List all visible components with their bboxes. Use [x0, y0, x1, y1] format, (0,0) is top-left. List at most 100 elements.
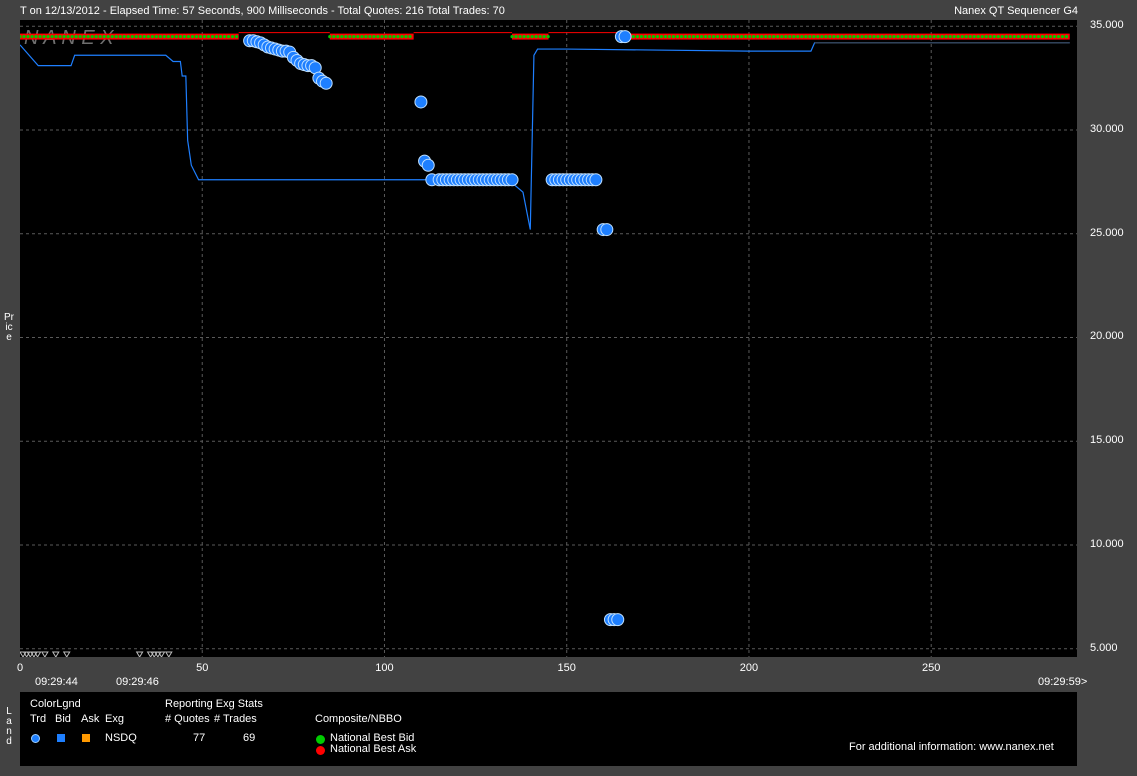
nbbo-bid-dot [804, 34, 808, 39]
nbbo-bid-dot [174, 34, 178, 39]
nbbo-bid-dot [162, 34, 166, 39]
trade-marker [505, 173, 519, 187]
nbbo-bid-dot [780, 34, 784, 39]
nbbo-bid-dot [522, 34, 526, 39]
nsdq-bid-line [20, 42, 1070, 230]
nbbo-bid-dot [82, 34, 86, 39]
nbbo-bid-dot [226, 34, 231, 39]
nbbo-bid-dot [230, 34, 235, 39]
nbbo-bid-dot [392, 34, 396, 39]
nbbo-bid-dot [800, 34, 804, 39]
trade-tick-marker [51, 651, 60, 657]
nbbo-bid-dot [1000, 34, 1004, 39]
nbbo-bid-dot [667, 34, 672, 39]
nbbo-bid-dot [1028, 34, 1032, 39]
nbbo-bid-dot [102, 34, 106, 39]
color-legend-title: ColorLgnd [30, 698, 81, 710]
nbbo-bid-dot [928, 34, 932, 39]
time-label: 09:29:46 [116, 676, 159, 688]
nbbo-bid-dot [170, 34, 174, 39]
time-label: 09:29:59> [1038, 676, 1088, 688]
nbbo-bid-dot [655, 34, 660, 39]
ask-swatch-icon [82, 734, 90, 742]
nbbo-bid-dot [206, 34, 211, 39]
nbbo-bid-dot [360, 34, 364, 39]
nbbo-bid-dot [166, 34, 170, 39]
nbbo-bid-dot [716, 34, 720, 39]
nbbo-bid-dot [691, 34, 696, 39]
nbbo-bid-dot [964, 34, 968, 39]
x-tick-label: 200 [739, 662, 759, 674]
nbbo-bid-dot [728, 34, 732, 39]
nbbo-bid-dot [768, 34, 772, 39]
nbbo-bid-dot [158, 34, 162, 39]
nbbo-bid-dot [659, 34, 664, 39]
info-text: For additional information: www.nanex.ne… [849, 741, 1054, 753]
y-tick-label: 15.000 [1090, 434, 1124, 447]
bid-swatch-icon [57, 734, 65, 742]
nbbo-bid-dot [1040, 34, 1044, 39]
nbbo-bid-dot [384, 34, 388, 39]
nbbo-bid-dot [58, 34, 62, 39]
trade-marker [421, 158, 435, 172]
y-tick-label: 25.000 [1090, 226, 1124, 239]
nbbo-bid-dot [1016, 34, 1020, 39]
nbbo-bid-dot [22, 34, 26, 39]
nbbo-bid-dot [912, 34, 916, 39]
legend-header-bid: Bid [55, 713, 71, 725]
nbbo-bid-dot [138, 34, 142, 39]
nbbo-bid-dot [150, 34, 154, 39]
nbbo-bid-dot [703, 34, 708, 39]
nbbo-bid-dot [732, 34, 736, 39]
nbbo-bid-dot [510, 34, 514, 39]
plot-area[interactable]: N A N E X [20, 20, 1077, 657]
nbbo-bid-dot [122, 34, 126, 39]
x-tick-label: 50 [196, 662, 209, 674]
chart-header-title: T on 12/13/2012 - Elapsed Time: 57 Secon… [20, 5, 505, 17]
nbbo-bid-dot [1032, 34, 1036, 39]
nbbo-bid-dot [968, 34, 972, 39]
nbbo-bid-dot [214, 34, 219, 39]
nbbo-bid-dot [380, 34, 384, 39]
nbbo-bid-dot [948, 34, 952, 39]
nbbo-bid-dot [944, 34, 948, 39]
trades-column-header: # Trades [214, 713, 257, 725]
national-best-ask-dot-icon [316, 746, 325, 755]
time-label: 09:29:44 [35, 676, 78, 688]
nbbo-bid-dot [796, 34, 800, 39]
nbbo-bid-dot [884, 34, 888, 39]
nbbo-bid-dot [336, 34, 340, 39]
nbbo-bid-dot [856, 34, 860, 39]
app-name-label: Nanex QT Sequencer G4 [954, 5, 1078, 17]
nbbo-bid-dot [647, 34, 652, 39]
nbbo-bid-dot [1060, 34, 1065, 39]
nbbo-bid-dot [190, 34, 195, 39]
nbbo-bid-dot [936, 34, 940, 39]
nbbo-bid-dot [54, 34, 58, 39]
nbbo-bid-dot [1020, 34, 1024, 39]
price-chart: N A N E X [20, 20, 1077, 657]
nbbo-bid-dot [744, 34, 748, 39]
trade-marker [618, 30, 632, 44]
nbbo-bid-dot [218, 34, 223, 39]
nbbo-bid-dot [348, 34, 352, 39]
quotes-count: 77 [193, 732, 206, 744]
trade-tick-marker [164, 651, 173, 657]
nbbo-bid-dot [34, 34, 38, 39]
nbbo-bid-dot [146, 34, 150, 39]
nbbo-bid-dot [186, 34, 190, 39]
nbbo-bid-dot [222, 34, 227, 39]
legend-side-label: Land [6, 706, 12, 747]
nbbo-bid-dot [1004, 34, 1008, 39]
nbbo-bid-dot [860, 34, 864, 39]
nbbo-bid-dot [1024, 34, 1028, 39]
nbbo-bid-dot [198, 34, 203, 39]
nbbo-bid-dot [1052, 34, 1057, 39]
x-tick-label: 0 [16, 662, 24, 674]
nbbo-bid-dot [872, 34, 876, 39]
nbbo-bid-dot [408, 34, 412, 39]
nbbo-bid-dot [828, 34, 832, 39]
nbbo-bid-dot [720, 34, 724, 39]
legend-header-exg: Exg [105, 713, 124, 725]
nbbo-bid-dot [748, 34, 752, 39]
